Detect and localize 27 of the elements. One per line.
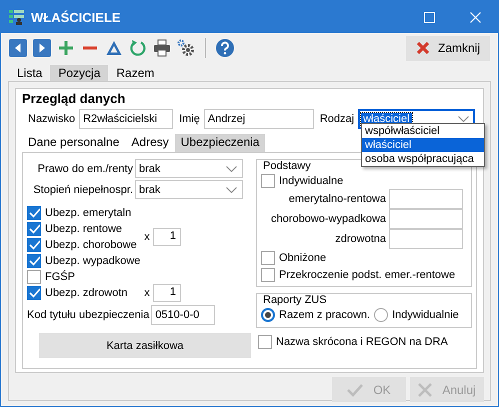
group-title: Przegląd danych <box>22 91 126 106</box>
checkbox-label: Przekroczenie podst. emer.-rentowe <box>279 268 456 280</box>
checkbox-label: Ubezp. rentowe <box>45 223 122 235</box>
group-title: Podstawy <box>262 160 312 172</box>
checkbox-label: Ubezp. zdrowotn <box>45 287 128 299</box>
field-label: zdrowotna <box>334 233 387 245</box>
field-label: Prawo do em./renty <box>36 162 134 174</box>
field-label: Rodzaj <box>318 113 356 125</box>
checkbox-label: Nazwa skrócona i REGON na DRA <box>276 336 448 348</box>
checkbox-label: Obniżone <box>279 252 326 264</box>
field-label: Stopień niepełnospr. <box>32 184 134 196</box>
checkbox-label: Ubezp. chorobowe <box>45 239 137 251</box>
checkbox-label: FGŚP <box>45 271 75 283</box>
field-label: Nazwisko <box>27 113 76 125</box>
checkbox-label: Ubezp. wypadkowe <box>45 255 140 267</box>
field-label: Imię <box>178 113 201 125</box>
window-title: WŁAŚCICIELE <box>31 10 122 24</box>
group-title: Raporty ZUS <box>262 294 328 306</box>
multiplier-label: x <box>143 231 151 243</box>
field-label: chorobowo-wypadkowa <box>270 213 387 225</box>
radio-label: Razem z pracown. <box>279 309 370 321</box>
field-label: Kod tytułu ubezpieczenia <box>27 309 150 321</box>
checkbox-label: Ubezp. emerytaln <box>45 207 132 219</box>
field-label: emerytalno-rentowa <box>288 193 387 205</box>
radio-label: Indywidualnie <box>392 309 459 321</box>
checkbox-label: Indywidualne <box>279 174 344 186</box>
multiplier-label: x <box>143 287 151 299</box>
